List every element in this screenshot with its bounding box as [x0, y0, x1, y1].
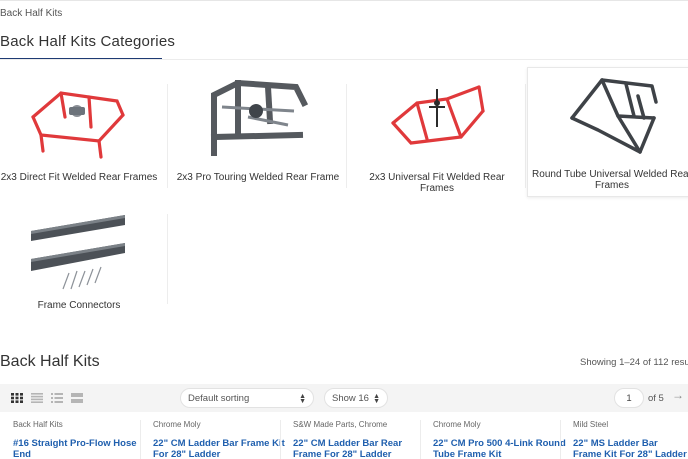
product-category[interactable]: S&W Made Parts, Chrome: [293, 420, 429, 429]
category-tile-frame-connectors[interactable]: Frame Connectors: [0, 203, 165, 315]
category-separator: [167, 84, 168, 188]
gray-rear-frame-image: [210, 79, 308, 156]
page-number-input[interactable]: 1: [614, 388, 644, 408]
product-name[interactable]: 22" CM Ladder Bar Frame Kit For 28" Ladd…: [153, 438, 289, 459]
product-separator: [280, 420, 281, 459]
list-view-icon[interactable]: [31, 393, 43, 403]
per-page-value: Show 16: [332, 393, 369, 404]
top-divider: [0, 0, 688, 1]
page-total: of 5: [648, 393, 664, 404]
category-tile-universal-fit[interactable]: 2x3 Universal Fit Welded Rear Frames: [351, 71, 523, 195]
breadcrumb[interactable]: Back Half Kits: [0, 8, 62, 19]
red-universal-frame-image: [391, 85, 485, 145]
category-label: Round Tube Universal Welded Rear Frames: [532, 169, 688, 191]
product-name[interactable]: 22" CM Pro 500 4-Link Round Tube Frame K…: [433, 438, 569, 459]
categories-title: Back Half Kits Categories: [0, 33, 176, 50]
product-category[interactable]: Chrome Moly: [433, 420, 569, 429]
next-page-arrow-icon[interactable]: →: [672, 388, 684, 402]
red-rear-frame-image: [31, 91, 125, 159]
category-label: 2x3 Direct Fit Welded Rear Frames: [0, 172, 158, 183]
category-separator: [346, 84, 347, 188]
sort-select[interactable]: Default sorting ▲ ▼: [180, 388, 314, 408]
category-separator: [525, 84, 526, 188]
product-separator: [140, 420, 141, 459]
frame-connectors-image: [31, 215, 125, 290]
compact-view-icon[interactable]: [71, 393, 83, 403]
products-title: Back Half Kits: [0, 353, 100, 370]
shop-toolbar: Default sorting ▲ ▼ Show 16 ▲ ▼ 1 of 5 →: [0, 384, 688, 412]
category-separator: [167, 214, 168, 304]
per-page-select[interactable]: Show 16 ▲ ▼: [324, 388, 388, 408]
product-card[interactable]: Chrome Moly 22" CM Ladder Bar Frame Kit …: [153, 420, 289, 459]
product-card[interactable]: Mild Steel 22" MS Ladder Bar Frame Kit F…: [573, 420, 688, 459]
product-card[interactable]: Back Half Kits #16 Straight Pro-Flow Hos…: [13, 420, 149, 459]
categories-divider: [0, 59, 688, 60]
category-label: 2x3 Universal Fit Welded Rear Frames: [369, 172, 505, 194]
grid-view-icon[interactable]: [11, 393, 23, 403]
sort-caret-icon: ▲ ▼: [299, 393, 306, 405]
category-tile-direct-fit[interactable]: 2x3 Direct Fit Welded Rear Frames: [0, 71, 165, 195]
product-separator: [420, 420, 421, 459]
detailed-list-view-icon[interactable]: [51, 393, 63, 403]
category-tile-round-tube[interactable]: Round Tube Universal Welded Rear Frames: [527, 67, 688, 197]
sort-select-value: Default sorting: [188, 393, 250, 404]
product-card[interactable]: S&W Made Parts, Chrome 22" CM Ladder Bar…: [293, 420, 429, 459]
round-tube-frame-image: [570, 78, 658, 154]
results-count: Showing 1–24 of 112 results: [580, 357, 688, 368]
per-page-caret-icon: ▲ ▼: [373, 393, 380, 405]
product-name[interactable]: 22" MS Ladder Bar Frame Kit For 28" Ladd…: [573, 438, 688, 459]
product-category[interactable]: Mild Steel: [573, 420, 688, 429]
product-category[interactable]: Chrome Moly: [153, 420, 289, 429]
category-tile-pro-touring[interactable]: 2x3 Pro Touring Welded Rear Frame: [172, 71, 344, 195]
category-label: Frame Connectors: [37, 300, 121, 311]
product-card[interactable]: Chrome Moly 22" CM Pro 500 4-Link Round …: [433, 420, 569, 459]
product-category[interactable]: Back Half Kits: [13, 420, 149, 429]
product-name[interactable]: #16 Straight Pro-Flow Hose End: [13, 438, 149, 459]
category-label: 2x3 Pro Touring Welded Rear Frame: [176, 172, 340, 183]
product-name[interactable]: 22" CM Ladder Bar Rear Frame For 28" Lad…: [293, 438, 429, 459]
product-separator: [560, 420, 561, 459]
